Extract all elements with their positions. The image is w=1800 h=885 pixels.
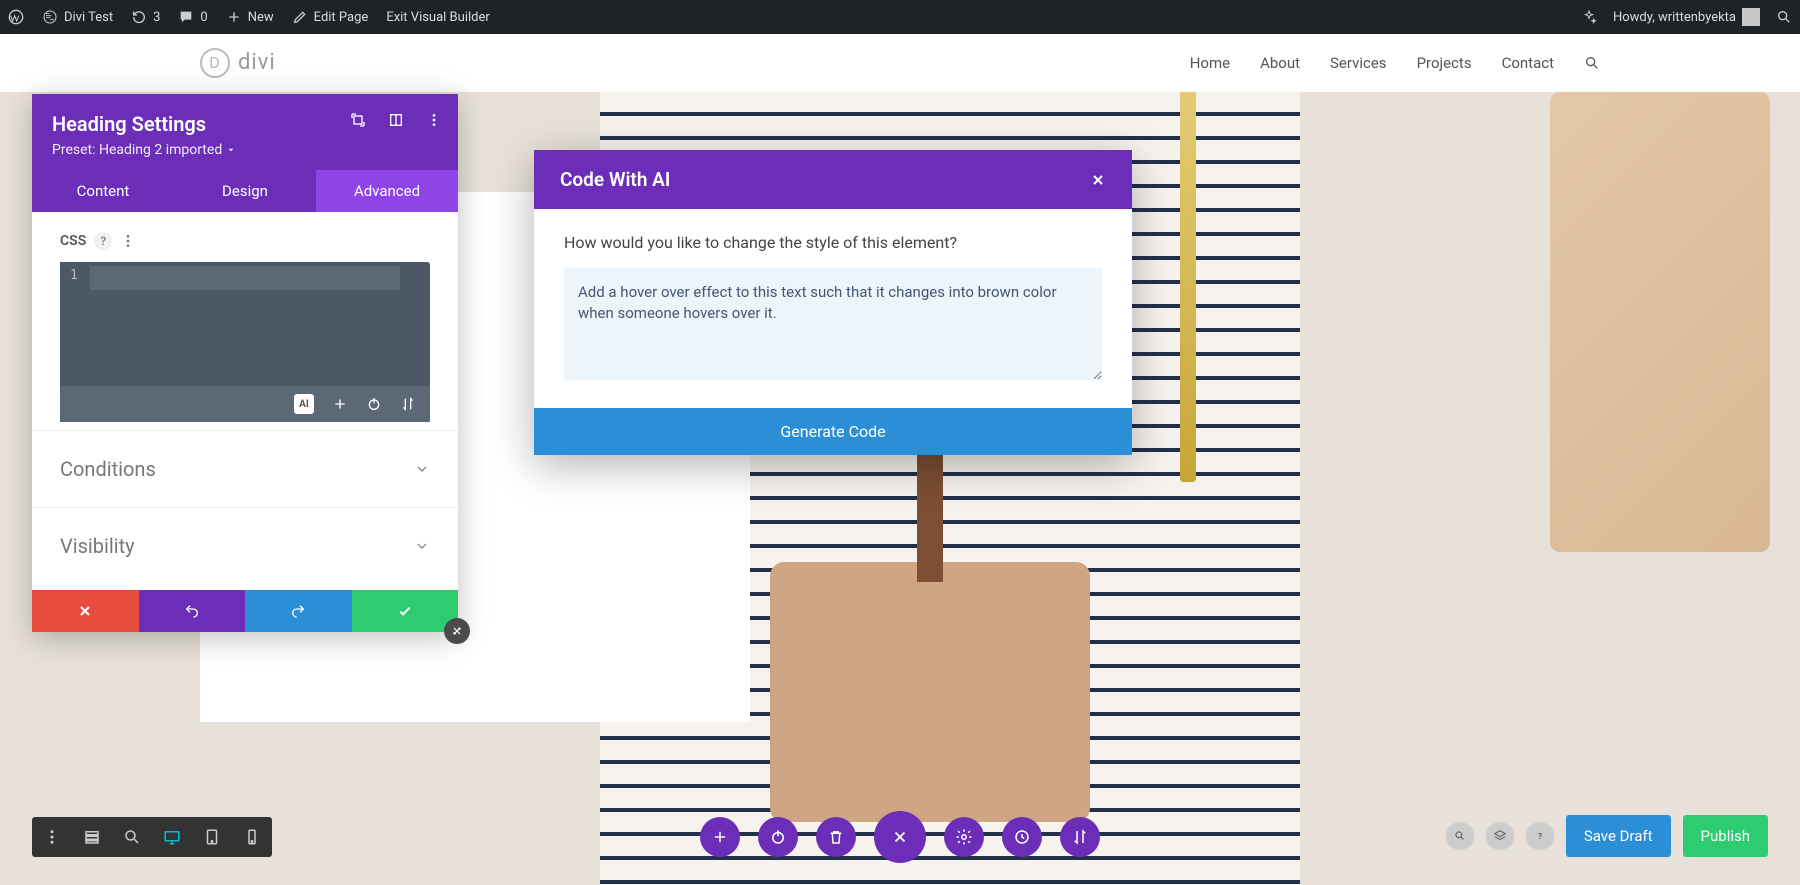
hero-image-right [1550,92,1770,552]
comments-count: 0 [200,10,207,25]
tab-design[interactable]: Design [174,170,316,212]
power-icon[interactable] [366,396,382,412]
sort-button[interactable] [1060,817,1100,857]
ai-prompt-input[interactable] [564,268,1102,380]
css-options-icon[interactable] [120,233,136,249]
preset-selector[interactable]: Preset: Heading 2 imported [52,142,438,158]
close-builder-button[interactable] [874,811,926,863]
history-button[interactable] [1002,817,1042,857]
code-with-ai-modal: Code With AI How would you like to chang… [534,150,1132,455]
decor-pole [1180,92,1196,482]
logo-icon: D [200,48,230,78]
search-button[interactable] [1446,822,1474,850]
edit-page-link[interactable]: Edit Page [292,9,369,25]
sort-icon[interactable] [400,396,416,412]
line-number: 1 [60,262,90,386]
chevron-down-icon [226,145,236,155]
nav-contact[interactable]: Contact [1502,54,1554,72]
nav-about[interactable]: About [1260,54,1300,72]
nav-projects[interactable]: Projects [1417,54,1472,72]
css-label: CSS [60,233,86,249]
brand-text: divi [238,50,276,75]
exit-vb-link[interactable]: Exit Visual Builder [386,10,489,25]
desktop-view-icon[interactable] [152,817,192,857]
ai-sparkle-icon[interactable] [1581,9,1597,25]
ai-button[interactable]: AI [294,394,314,414]
nav-services[interactable]: Services [1330,54,1387,72]
publish-toolbar: ? Save Draft Publish [1446,815,1768,857]
delete-button[interactable] [816,817,856,857]
avatar [1742,8,1760,26]
chevron-down-icon [414,461,430,477]
wireframe-view-icon[interactable] [72,817,112,857]
save-button[interactable] [352,590,459,632]
howdy-text: Howdy, writtenbyekta [1613,10,1736,25]
css-code-editor[interactable]: 1 AI [60,262,430,422]
close-icon[interactable] [1090,172,1106,188]
settings-tabs: Content Design Advanced [32,170,458,212]
ai-modal-title: Code With AI [560,168,670,191]
chevron-down-icon [414,538,430,554]
edit-page-label: Edit Page [314,10,369,25]
site-name: Divi Test [64,10,113,25]
module-settings-panel: Heading Settings Preset: Heading 2 impor… [32,94,458,632]
svg-text:?: ? [1538,831,1542,841]
new-label: New [248,10,274,25]
exit-vb-label: Exit Visual Builder [386,10,489,25]
settings-gear-button[interactable] [944,817,984,857]
add-button[interactable] [700,817,740,857]
wp-admin-bar: Divi Test 3 0 New Edit Page Exit Visual … [0,0,1800,34]
ai-prompt-label: How would you like to change the style o… [564,233,1102,252]
revisions-link[interactable]: 3 [131,9,160,25]
resize-handle[interactable] [444,618,470,644]
save-draft-button[interactable]: Save Draft [1566,815,1671,857]
snap-icon[interactable] [388,112,404,128]
howdy-link[interactable]: Howdy, writtenbyekta [1613,8,1760,26]
redo-button[interactable] [245,590,352,632]
nav-home[interactable]: Home [1190,54,1230,72]
toolbar-options-icon[interactable] [32,817,72,857]
kebab-icon[interactable] [426,112,442,128]
cancel-button[interactable] [32,590,139,632]
view-toolbar [32,817,272,857]
visibility-section[interactable]: Visibility [32,507,458,584]
nav-search-icon[interactable] [1584,55,1600,71]
settings-footer [32,590,458,632]
revisions-count: 3 [153,10,160,25]
builder-toolbar [700,811,1100,863]
phone-view-icon[interactable] [232,817,272,857]
power-button[interactable] [758,817,798,857]
site-logo[interactable]: D divi [200,48,276,78]
expand-icon[interactable] [350,112,366,128]
wp-logo[interactable] [8,9,24,25]
tab-content[interactable]: Content [32,170,174,212]
hero-bag [770,562,1090,822]
zoom-icon[interactable] [112,817,152,857]
tablet-view-icon[interactable] [192,817,232,857]
generate-code-button[interactable]: Generate Code [534,408,1132,455]
site-header: D divi Home About Services Projects Cont… [0,34,1800,92]
help-icon[interactable]: ? [94,232,112,250]
plus-icon[interactable] [332,396,348,412]
site-name-link[interactable]: Divi Test [42,9,113,25]
admin-search-icon[interactable] [1776,9,1792,25]
undo-button[interactable] [139,590,246,632]
layers-button[interactable] [1486,822,1514,850]
conditions-section[interactable]: Conditions [32,430,458,507]
help-button[interactable]: ? [1526,822,1554,850]
comments-link[interactable]: 0 [178,9,207,25]
new-link[interactable]: New [226,9,274,25]
tab-advanced[interactable]: Advanced [316,170,458,212]
publish-button[interactable]: Publish [1683,815,1768,857]
main-nav: Home About Services Projects Contact [1190,54,1600,72]
